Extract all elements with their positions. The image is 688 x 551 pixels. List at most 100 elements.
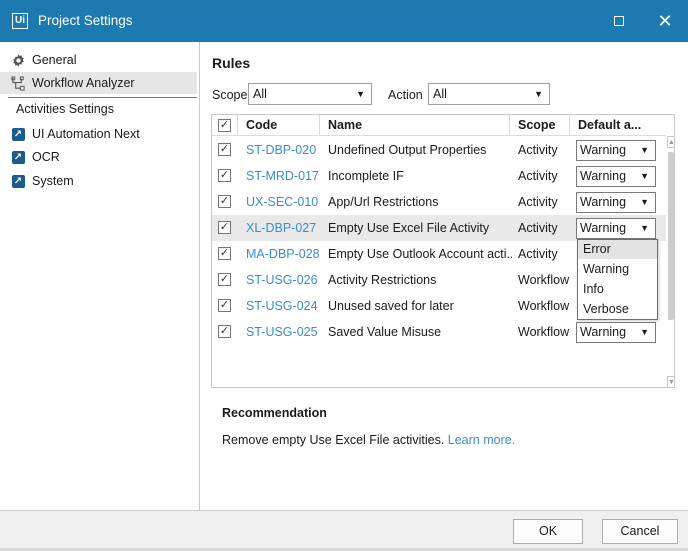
chevron-down-icon: ▼ — [534, 89, 543, 99]
default-action-value: Warning — [580, 221, 627, 235]
rule-scope: Activity — [518, 169, 558, 183]
rule-name: Empty Use Excel File Activity — [328, 221, 490, 235]
workflow-analyzer-icon — [10, 75, 26, 91]
sidebar-item-ocr[interactable]: ↗ OCR — [0, 146, 197, 168]
rule-name: Undefined Output Properties — [328, 143, 487, 157]
rule-scope: Activity — [518, 247, 558, 261]
activity-package-icon: ↗ — [11, 150, 25, 164]
scroll-down-icon[interactable]: ▼ — [667, 376, 674, 387]
rule-code: XL-DBP-027 — [246, 221, 317, 235]
rule-code: UX-SEC-010 — [246, 195, 319, 209]
rule-code: MA-DBP-028 — [246, 247, 320, 261]
rule-enabled-checkbox[interactable]: ✓ — [218, 299, 231, 312]
close-icon: ✕ — [657, 11, 673, 31]
select-all-header: ✓ — [212, 115, 238, 136]
action-filter-select[interactable]: All ▼ — [428, 83, 550, 105]
rule-scope: Workflow — [518, 273, 570, 287]
rules-heading: Rules — [212, 55, 251, 71]
select-all-checkbox[interactable]: ✓ — [218, 119, 231, 132]
sidebar-item-general[interactable]: General — [0, 49, 197, 71]
default-action-select[interactable]: Warning ▼ — [576, 218, 656, 239]
rule-scope: Workflow — [518, 325, 570, 339]
sidebar-item-ui-automation-next[interactable]: ↗ UI Automation Next — [0, 123, 197, 145]
rule-enabled-checkbox[interactable]: ✓ — [218, 247, 231, 260]
maximize-button[interactable] — [596, 0, 642, 42]
chevron-down-icon: ▼ — [640, 327, 649, 337]
table-row[interactable]: ✓ ST-DBP-020 Undefined Output Properties Ac… — [212, 137, 666, 163]
scope-filter-select[interactable]: All ▼ — [248, 83, 372, 105]
recommendation-text: Remove empty Use Excel File activities. … — [222, 433, 515, 447]
rule-name: Activity Restrictions — [328, 273, 437, 287]
recommendation-panel: Recommendation Remove empty Use Excel Fi… — [211, 388, 675, 500]
window-title: Project Settings — [38, 13, 133, 28]
table-row[interactable]: ✓ XL-DBP-027 Empty Use Excel File Activity… — [212, 215, 666, 241]
activities-settings-heading: Activities Settings — [16, 102, 114, 116]
chevron-down-icon: ▼ — [640, 171, 649, 181]
rule-scope: Activity — [518, 143, 558, 157]
rule-name: Saved Value Misuse — [328, 325, 442, 339]
title-bar: Ui Project Settings ✕ — [0, 0, 688, 42]
rule-enabled-checkbox[interactable]: ✓ — [218, 143, 231, 156]
rules-table-scrollbar[interactable]: ▲ ▼ — [667, 136, 674, 387]
rule-code: ST-MRD-017 — [246, 169, 319, 183]
sidebar-item-system[interactable]: ↗ System — [0, 170, 197, 192]
sidebar-item-workflow-analyzer[interactable]: Workflow Analyzer — [0, 72, 197, 94]
column-header-code[interactable]: Code — [238, 115, 320, 136]
recommendation-heading: Recommendation — [222, 406, 327, 420]
table-row[interactable]: ✓ ST-USG-025 Saved Value Misuse Workflow War… — [212, 319, 666, 345]
rule-enabled-checkbox[interactable]: ✓ — [218, 273, 231, 286]
sidebar-item-label: UI Automation Next — [32, 127, 140, 141]
rule-name: App/Url Restrictions — [328, 195, 439, 209]
rule-scope: Activity — [518, 221, 558, 235]
dropdown-option-verbose[interactable]: Verbose — [578, 300, 657, 319]
column-header-default-action[interactable]: Default a... — [570, 115, 666, 136]
dropdown-option-error[interactable]: Error — [578, 240, 657, 259]
default-action-select[interactable]: Warning ▼ — [576, 192, 656, 213]
rule-code: ST-DBP-020 — [246, 143, 317, 157]
settings-sidebar: General Workflow Analyzer Activities Set… — [0, 42, 200, 510]
default-action-select[interactable]: Warning ▼ — [576, 166, 656, 187]
project-settings-window: Ui Project Settings ✕ General Workflow A… — [0, 0, 688, 551]
sidebar-divider — [8, 97, 197, 98]
maximize-icon — [614, 16, 624, 26]
rule-scope: Workflow — [518, 299, 570, 313]
sidebar-item-label: Workflow Analyzer — [32, 76, 135, 90]
rule-enabled-checkbox[interactable]: ✓ — [218, 169, 231, 182]
table-row[interactable]: ✓ UX-SEC-010 App/Url Restrictions Activity W… — [212, 189, 666, 215]
rule-scope: Activity — [518, 195, 558, 209]
dropdown-option-warning[interactable]: Warning — [578, 260, 657, 279]
activity-package-icon: ↗ — [11, 174, 25, 188]
rule-code: ST-USG-026 — [246, 273, 318, 287]
default-action-select[interactable]: Warning ▼ — [576, 322, 656, 343]
rule-code: ST-USG-025 — [246, 325, 318, 339]
rule-enabled-checkbox[interactable]: ✓ — [218, 325, 231, 338]
action-filter-label: Action — [388, 88, 423, 102]
rule-name: Incomplete IF — [328, 169, 404, 183]
recommendation-body: Remove empty Use Excel File activities. — [222, 433, 445, 447]
sidebar-item-label: General — [32, 53, 77, 67]
scrollbar-thumb[interactable] — [668, 152, 674, 320]
rule-name: Empty Use Outlook Account acti... — [328, 247, 512, 261]
column-header-name[interactable]: Name — [320, 115, 510, 136]
rule-enabled-checkbox[interactable]: ✓ — [218, 195, 231, 208]
rules-table-header: ✓ Code Name Scope Default a... — [212, 115, 666, 136]
table-row[interactable]: ✓ ST-MRD-017 Incomplete IF Activity Warning ▼ — [212, 163, 666, 189]
rule-enabled-checkbox[interactable]: ✓ — [218, 221, 231, 234]
action-filter-value: All — [433, 87, 447, 101]
cancel-button[interactable]: Cancel — [602, 519, 678, 544]
ok-button[interactable]: OK — [513, 519, 583, 544]
column-header-scope[interactable]: Scope — [510, 115, 570, 136]
learn-more-link[interactable]: Learn more. — [448, 433, 515, 447]
scope-filter-label: Scope — [212, 88, 248, 102]
rule-code: ST-USG-024 — [246, 299, 318, 313]
dropdown-option-info[interactable]: Info — [578, 280, 657, 299]
chevron-down-icon: ▼ — [356, 89, 365, 99]
scroll-up-icon[interactable]: ▲ — [667, 136, 674, 148]
default-action-value: Warning — [580, 325, 627, 339]
activity-package-icon: ↗ — [11, 127, 25, 141]
scope-filter-value: All — [253, 87, 267, 101]
uipath-app-icon: Ui — [12, 13, 28, 29]
close-button[interactable]: ✕ — [642, 0, 688, 42]
default-action-select[interactable]: Warning ▼ — [576, 140, 656, 161]
dialog-footer: OK Cancel — [0, 510, 688, 551]
